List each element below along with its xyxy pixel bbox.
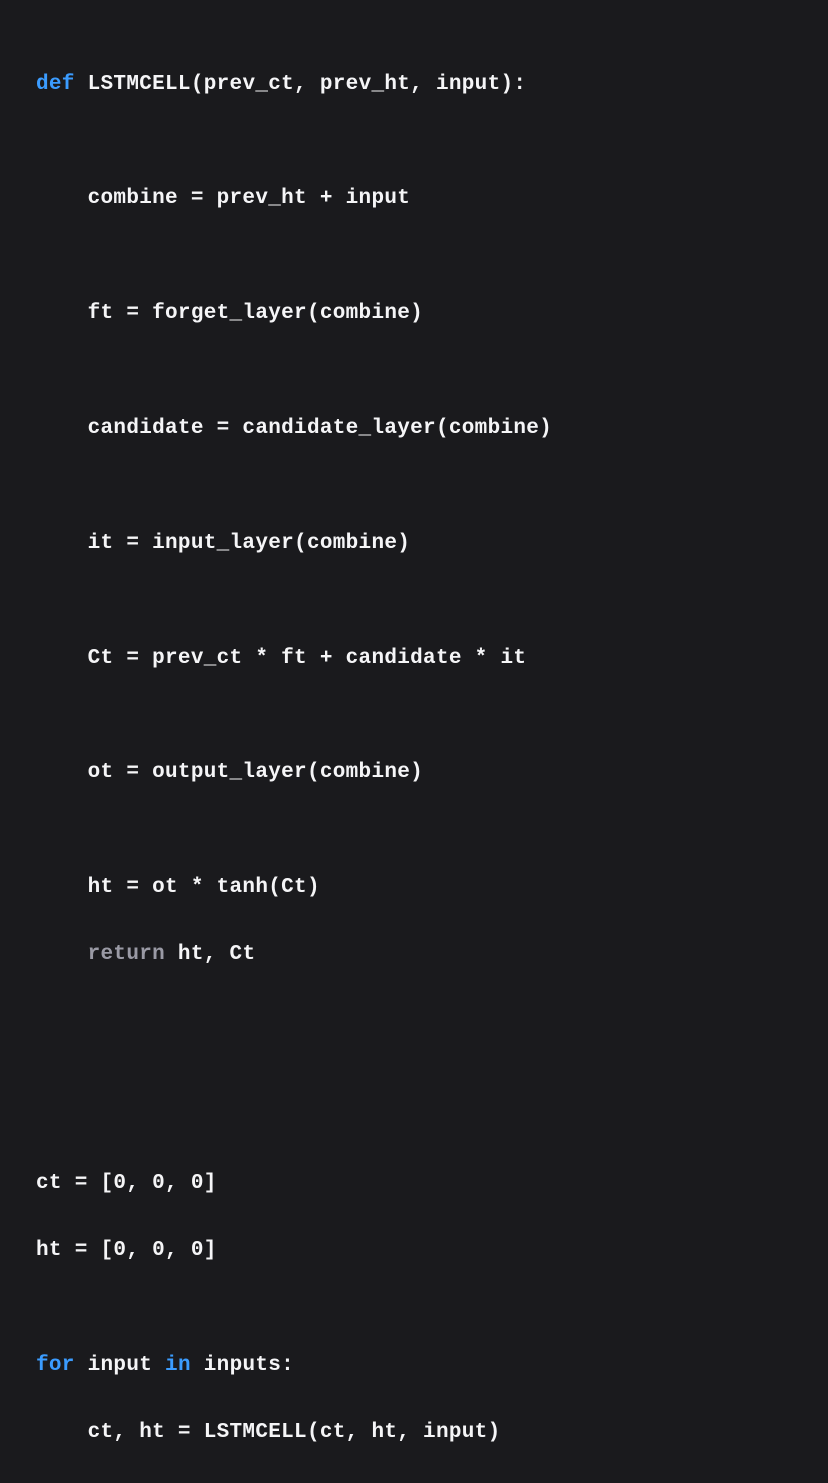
line-ht: ht = ot * tanh(Ct) <box>36 871 792 905</box>
keyword-in: in <box>165 1354 191 1377</box>
gap-large <box>36 1005 792 1133</box>
line-return: return ht, Ct <box>36 938 792 972</box>
gap <box>36 823 792 837</box>
line-ot: ot = output_layer(combine) <box>36 756 792 790</box>
line-combine: combine = prev_ht + input <box>36 182 792 216</box>
function-signature: LSTMCELL(prev_ct, prev_ht, input): <box>75 73 527 96</box>
code-block: def LSTMCELL(prev_ct, prev_ht, input): c… <box>36 34 792 1483</box>
line-Ct: Ct = prev_ct * ft + candidate * it <box>36 642 792 676</box>
keyword-def: def <box>36 73 75 96</box>
gap <box>36 364 792 378</box>
for-var: input <box>75 1354 165 1377</box>
line-it: it = input_layer(combine) <box>36 527 792 561</box>
line-ct-init: ct = [0, 0, 0] <box>36 1167 792 1201</box>
keyword-return: return <box>36 943 165 966</box>
line-for: for input in inputs: <box>36 1349 792 1383</box>
line-candidate: candidate = candidate_layer(combine) <box>36 412 792 446</box>
line-def: def LSTMCELL(prev_ct, prev_ht, input): <box>36 68 792 102</box>
line-ft: ft = forget_layer(combine) <box>36 297 792 331</box>
for-iterable: inputs: <box>191 1354 294 1377</box>
keyword-for: for <box>36 1354 75 1377</box>
line-loop-body: ct, ht = LSTMCELL(ct, ht, input) <box>36 1416 792 1450</box>
return-values: ht, Ct <box>165 943 255 966</box>
line-ht-init: ht = [0, 0, 0] <box>36 1234 792 1268</box>
gap <box>36 709 792 723</box>
gap <box>36 135 792 149</box>
gap <box>36 594 792 608</box>
gap <box>36 479 792 493</box>
gap <box>36 250 792 264</box>
gap <box>36 1301 792 1315</box>
